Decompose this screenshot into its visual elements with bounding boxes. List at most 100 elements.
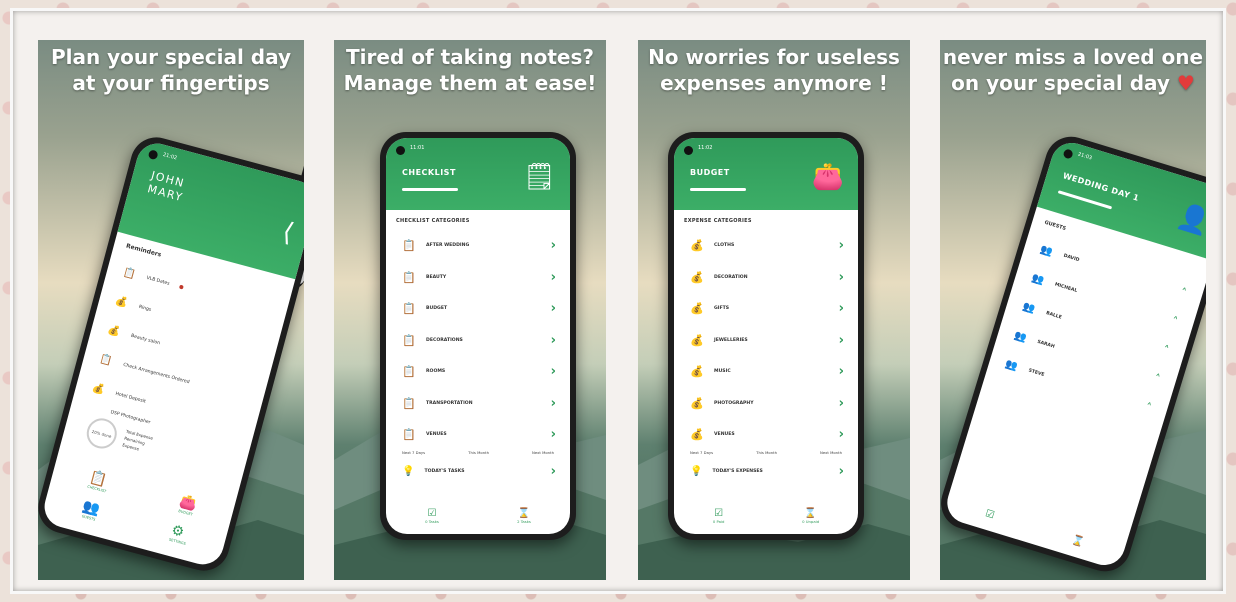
chevron-up-icon: ˄ bbox=[1178, 285, 1189, 300]
list-item[interactable]: 💰 JEWELLERIES › bbox=[674, 325, 858, 357]
group-icon: 👥 bbox=[1030, 272, 1046, 287]
clipboard-icon: 📋 bbox=[402, 239, 416, 253]
list-item[interactable]: 💰 GIFTS › bbox=[674, 293, 858, 325]
chevron-up-icon: ˄ bbox=[1170, 313, 1180, 328]
chevron-right-icon: › bbox=[550, 395, 556, 411]
list-item[interactable]: 📋 DECORATIONS › bbox=[386, 325, 570, 357]
chevron-right-icon: › bbox=[550, 427, 556, 443]
money-bag-icon: 💰 bbox=[106, 324, 122, 339]
todays-tasks[interactable]: 💡 TODAY'S TASKS › bbox=[402, 464, 556, 479]
chevron-right-icon: › bbox=[838, 269, 844, 285]
bottom-summary: ☑ 0 Tasks ⌛ 2 Tasks bbox=[386, 508, 570, 524]
reminders-list: 📋 VLB Dates 💰 Rings 💰 Beauty salon 📋 Check A… bbox=[73, 253, 290, 446]
home-header: 21:02 JOHN MARY ⟨ bbox=[117, 138, 304, 280]
chevron-right-icon: › bbox=[838, 464, 844, 479]
money-bag-icon: 💰 bbox=[690, 333, 704, 347]
todays-expenses[interactable]: 💡 TODAY'S EXPENSES › bbox=[690, 464, 844, 479]
clipboard-check-icon: 🗒 bbox=[522, 162, 556, 192]
status-time: 11:02 bbox=[698, 145, 713, 151]
heart-icon: ♥ bbox=[1176, 71, 1195, 95]
group-icon: 👥 bbox=[1012, 329, 1028, 344]
money-bag-icon: 💰 bbox=[114, 295, 130, 310]
checklist-categories: 📋 AFTER WEDDING › 📋 BEAUTY › 📋 BUDGET › 📋 DECOR… bbox=[386, 230, 570, 451]
group-icon: 👥 bbox=[1004, 358, 1020, 373]
checklist-screen: 11:01 CHECKLIST 🗒 CHECKLIST CATEGORIES 📋… bbox=[386, 138, 570, 534]
group-icon: 👥 bbox=[1021, 300, 1037, 315]
status-dot bbox=[178, 284, 184, 290]
bottom-summary: ☑ 0 Paid ⌛ 0 Unpaid bbox=[674, 508, 858, 524]
chevron-right-icon: › bbox=[550, 364, 556, 380]
chevron-right-icon: › bbox=[838, 364, 844, 380]
lightbulb-icon: 💡 bbox=[402, 466, 415, 477]
filter-next-month[interactable]: Next Month bbox=[532, 450, 554, 455]
budget-header: 11:02 BUDGET 👛 bbox=[674, 138, 858, 210]
panel-caption: never miss a loved one on your special d… bbox=[942, 45, 1204, 95]
guest-list: 👥 DAVID ˄ 👥 MICHEAL ˄ 👥 BALLE ˄ 👥 SARAH ˄ 👥 STEVE… bbox=[986, 230, 1206, 427]
list-item[interactable]: 📋 BEAUTY › bbox=[386, 262, 570, 294]
chevron-right-icon: › bbox=[838, 238, 844, 254]
status-time: 21:02 bbox=[162, 151, 178, 162]
clipboard-icon: 📋 bbox=[402, 365, 416, 379]
confirmed-guests[interactable]: ☑ bbox=[984, 508, 996, 521]
budget-screen: 11:02 BUDGET 👛 EXPENSE CATEGORIES 💰 CLOTH… bbox=[674, 138, 858, 534]
money-bag-icon: 💰 bbox=[690, 396, 704, 410]
pending-guests[interactable]: ⌛ bbox=[1070, 535, 1085, 549]
guests-nav[interactable]: 👥 GUESTS bbox=[80, 498, 102, 522]
list-item[interactable]: 📋 AFTER WEDDING › bbox=[386, 230, 570, 262]
panel-plan: Plan your special day at your fingertips… bbox=[38, 40, 304, 580]
filter-next-month[interactable]: Next Month bbox=[820, 450, 842, 455]
clipboard-icon: 📋 bbox=[402, 302, 416, 316]
group-icon: 👥 bbox=[1039, 243, 1055, 258]
list-item[interactable]: 📋 ROOMS › bbox=[386, 356, 570, 388]
share-icon[interactable]: ⟨ bbox=[279, 217, 297, 249]
unpaid-expenses[interactable]: ⌛ 0 Unpaid bbox=[802, 508, 819, 524]
expense-categories: 💰 CLOTHS › 💰 DECORATION › 💰 GIFTS › 💰 JEWELLERI… bbox=[674, 230, 858, 451]
list-item[interactable]: 📋 TRANSPORTATION › bbox=[386, 388, 570, 420]
couple-names: JOHN MARY bbox=[146, 168, 187, 205]
hourglass-icon: ⌛ bbox=[804, 508, 817, 519]
pending-tasks[interactable]: ⌛ 2 Tasks bbox=[517, 508, 531, 524]
clipboard-icon: 📋 bbox=[402, 396, 416, 410]
settings-nav[interactable]: ⚙ SETTINGS bbox=[169, 522, 191, 546]
money-bag-icon: 💰 bbox=[90, 382, 106, 396]
phone-checklist: 11:01 CHECKLIST 🗒 CHECKLIST CATEGORIES 📋… bbox=[380, 132, 576, 540]
chevron-right-icon: › bbox=[550, 269, 556, 285]
date-filters: Next 7 Days This Month Next Month bbox=[690, 450, 842, 455]
list-item[interactable]: 📋 VENUES › bbox=[386, 419, 570, 451]
list-item[interactable]: 💰 MUSIC › bbox=[674, 356, 858, 388]
hourglass-icon: ⌛ bbox=[1070, 534, 1086, 549]
filter-next-7-days[interactable]: Next 7 Days bbox=[402, 450, 425, 455]
paid-expenses[interactable]: ☑ 0 Paid bbox=[713, 508, 725, 524]
progress-ring: 20% done bbox=[83, 415, 121, 452]
panel-caption: Plan your special day at your fingertips bbox=[50, 45, 292, 95]
check-icon: ☑ bbox=[427, 508, 437, 519]
list-item[interactable]: 💰 CLOTHS › bbox=[674, 230, 858, 262]
panel-caption: No worries for useless expenses anymore … bbox=[648, 45, 900, 95]
filter-next-7-days[interactable]: Next 7 Days bbox=[690, 450, 713, 455]
status-time: 21:03 bbox=[1077, 151, 1093, 162]
panel-checklist: Tired of taking notes? Manage them at ea… bbox=[334, 40, 606, 580]
money-bag-icon: 💰 bbox=[690, 270, 704, 284]
filter-this-month[interactable]: This Month bbox=[468, 450, 489, 455]
money-bag-icon: 💰 bbox=[690, 239, 704, 253]
clipboard-icon: 📋 bbox=[402, 270, 416, 284]
camera-dot bbox=[147, 149, 159, 161]
done-tasks[interactable]: ☑ 0 Tasks bbox=[425, 508, 439, 524]
filter-this-month[interactable]: This Month bbox=[756, 450, 777, 455]
hourglass-icon: ⌛ bbox=[517, 508, 531, 519]
list-item[interactable]: 💰 DECORATION › bbox=[674, 262, 858, 294]
date-filters: Next 7 Days This Month Next Month bbox=[402, 450, 554, 455]
list-item[interactable]: 📋 BUDGET › bbox=[386, 293, 570, 325]
wallet-icon: 👛 bbox=[811, 162, 844, 192]
clipboard-icon: 📋 bbox=[402, 428, 416, 442]
check-icon: ☑ bbox=[714, 508, 724, 519]
phone-budget: 11:02 BUDGET 👛 EXPENSE CATEGORIES 💰 CLOTH… bbox=[668, 132, 864, 540]
money-bag-icon: 💰 bbox=[690, 365, 704, 379]
budget-nav[interactable]: 👛 BUDGET bbox=[177, 493, 199, 517]
checklist-nav[interactable]: 📋 CHECKLIST bbox=[87, 469, 111, 493]
money-bag-icon: 💰 bbox=[690, 302, 704, 316]
chevron-right-icon: › bbox=[550, 464, 556, 479]
list-item[interactable]: 💰 PHOTOGRAPHY › bbox=[674, 388, 858, 420]
reminders-title: Reminders bbox=[125, 242, 162, 259]
list-item[interactable]: 💰 VENUES › bbox=[674, 419, 858, 451]
